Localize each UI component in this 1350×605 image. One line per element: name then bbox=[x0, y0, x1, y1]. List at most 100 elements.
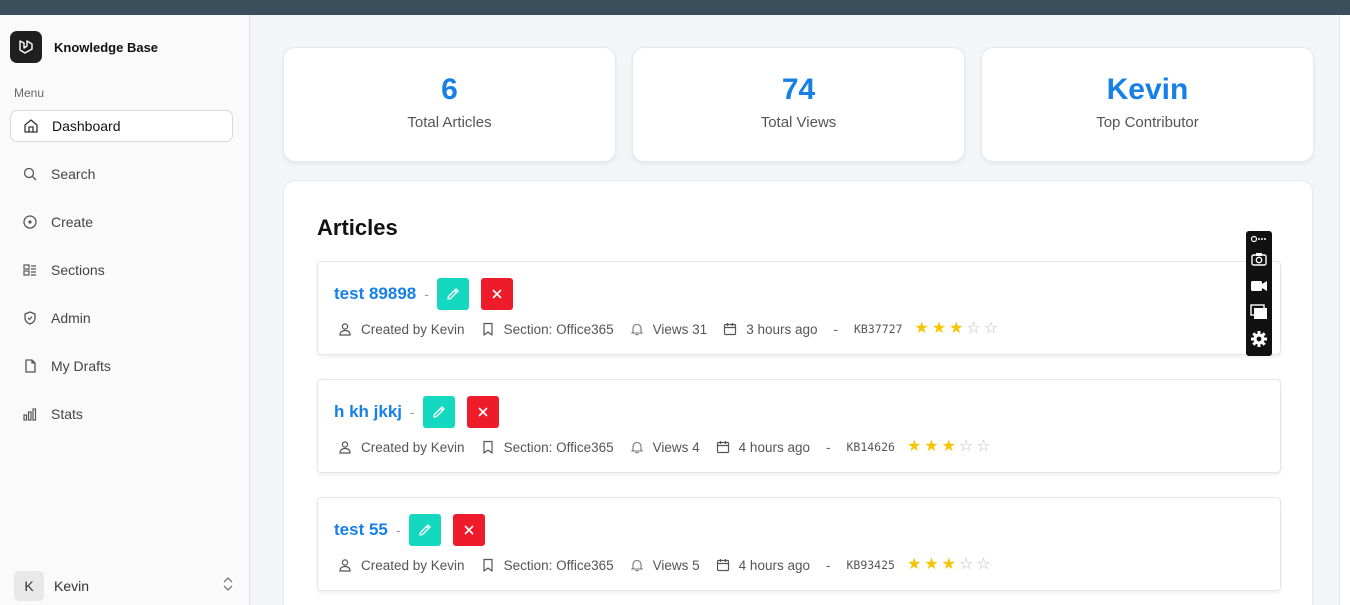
article-title-link[interactable]: test 89898 bbox=[334, 284, 416, 304]
star-filled-icon[interactable]: ★ bbox=[924, 557, 938, 573]
star-filled-icon[interactable]: ★ bbox=[949, 321, 963, 337]
author-text: Created by Kevin bbox=[361, 557, 465, 573]
section-text: Section: Office365 bbox=[503, 321, 614, 337]
separator: - bbox=[410, 404, 415, 420]
sidebar-item-label: Admin bbox=[51, 310, 91, 326]
delete-button[interactable] bbox=[466, 396, 499, 428]
author-text: Created by Kevin bbox=[361, 321, 465, 337]
capture-toolbar bbox=[1246, 231, 1272, 356]
time-text: 4 hours ago bbox=[738, 557, 810, 573]
calendar-icon bbox=[716, 559, 729, 572]
sidebar-item-search[interactable]: Search bbox=[10, 158, 233, 190]
articles-heading: Articles bbox=[317, 215, 398, 240]
star-filled-icon[interactable]: ★ bbox=[942, 439, 956, 455]
separator: - bbox=[395, 522, 401, 538]
user-icon bbox=[339, 559, 351, 572]
star-empty-icon[interactable]: ☆ bbox=[967, 321, 981, 337]
menu-heading: Menu bbox=[14, 86, 45, 100]
star-filled-icon[interactable]: ★ bbox=[907, 557, 921, 573]
bell-icon bbox=[630, 323, 643, 336]
article-section: Section: Office365 bbox=[481, 440, 614, 455]
sidebar-item-label: Stats bbox=[51, 406, 83, 422]
edit-button[interactable] bbox=[408, 514, 441, 546]
views-text: Views 4 bbox=[652, 439, 700, 455]
article-title-link[interactable]: test 55 bbox=[334, 520, 388, 540]
delete-button[interactable] bbox=[480, 278, 513, 310]
star-filled-icon[interactable]: ★ bbox=[924, 439, 938, 455]
separator: - bbox=[825, 557, 831, 573]
time-text: 4 hours ago bbox=[738, 439, 810, 455]
star-empty-icon[interactable]: ☆ bbox=[959, 557, 973, 573]
home-icon bbox=[23, 118, 39, 134]
star-filled-icon[interactable]: ★ bbox=[907, 439, 921, 455]
link-icon[interactable] bbox=[1249, 232, 1269, 246]
star-filled-icon[interactable]: ★ bbox=[942, 557, 956, 573]
article-views: Views 31 bbox=[630, 321, 708, 337]
pencil-icon bbox=[447, 288, 459, 300]
plus-circle-icon bbox=[22, 214, 38, 230]
star-filled-icon[interactable]: ★ bbox=[914, 321, 928, 337]
window-capture-icon[interactable] bbox=[1249, 302, 1269, 322]
user-menu[interactable]: K Kevin bbox=[14, 571, 234, 601]
article-time: 3 hours ago bbox=[723, 322, 818, 337]
sidebar-nav: Dashboard Search Create Sections Admin M… bbox=[10, 110, 233, 446]
camera-icon[interactable] bbox=[1249, 249, 1269, 269]
article-id: KB14626 bbox=[846, 440, 895, 454]
sidebar-item-label: Search bbox=[51, 166, 96, 182]
star-empty-icon[interactable]: ☆ bbox=[976, 439, 990, 455]
scrollbar[interactable] bbox=[1339, 15, 1350, 605]
views-text: Views 31 bbox=[652, 321, 708, 337]
articles-panel: Articles test 89898 - Created by Kevin S… bbox=[283, 180, 1313, 605]
gear-icon[interactable] bbox=[1249, 329, 1269, 349]
sidebar-item-admin[interactable]: Admin bbox=[10, 302, 233, 334]
edit-button[interactable] bbox=[422, 396, 455, 428]
star-empty-icon[interactable]: ☆ bbox=[959, 439, 973, 455]
star-empty-icon[interactable]: ☆ bbox=[984, 321, 998, 337]
sidebar-item-label: My Drafts bbox=[51, 358, 111, 374]
stat-value: 6 bbox=[441, 73, 458, 106]
delete-button[interactable] bbox=[452, 514, 485, 546]
article-title-link[interactable]: h kh jkkj bbox=[334, 402, 402, 422]
sidebar-item-create[interactable]: Create bbox=[10, 206, 233, 238]
bell-icon bbox=[630, 441, 643, 454]
user-icon bbox=[339, 323, 351, 336]
article-author: Created by Kevin bbox=[338, 440, 465, 455]
sidebar-item-label: Sections bbox=[51, 262, 105, 278]
shield-icon bbox=[22, 310, 38, 326]
edit-button[interactable] bbox=[436, 278, 469, 310]
calendar-icon bbox=[724, 323, 737, 336]
article-id: KB93425 bbox=[846, 558, 895, 572]
sidebar-item-my-drafts[interactable]: My Drafts bbox=[10, 350, 233, 382]
sidebar-item-dashboard[interactable]: Dashboard bbox=[10, 110, 233, 142]
bookmark-icon bbox=[482, 322, 493, 336]
browser-top-bar bbox=[0, 0, 1350, 15]
star-filled-icon[interactable]: ★ bbox=[932, 321, 946, 337]
article-section: Section: Office365 bbox=[481, 558, 614, 573]
video-camera-icon[interactable] bbox=[1249, 276, 1269, 296]
section-text: Section: Office365 bbox=[503, 557, 614, 573]
section-text: Section: Office365 bbox=[503, 439, 614, 455]
article-time: 4 hours ago bbox=[716, 558, 810, 573]
close-icon bbox=[478, 407, 488, 417]
sidebar-item-sections[interactable]: Sections bbox=[10, 254, 233, 286]
brand[interactable]: Knowledge Base bbox=[10, 31, 158, 63]
bar-chart-icon bbox=[22, 406, 38, 422]
stat-label: Total Views bbox=[760, 114, 837, 131]
sidebar-item-stats[interactable]: Stats bbox=[10, 398, 233, 430]
rating-stars[interactable]: ★ ★ ★ ☆ ☆ bbox=[907, 557, 994, 573]
calendar-icon bbox=[716, 441, 729, 454]
star-empty-icon[interactable]: ☆ bbox=[976, 557, 990, 573]
article-card: h kh jkkj - Created by Kevin Section: Of… bbox=[317, 379, 1281, 473]
rating-stars[interactable]: ★ ★ ★ ☆ ☆ bbox=[907, 439, 994, 455]
separator: - bbox=[825, 439, 831, 455]
article-id: KB37727 bbox=[854, 322, 903, 336]
article-card: test 55 - Created by Kevin Section: Offi… bbox=[317, 497, 1281, 591]
sidebar: Knowledge Base Menu Dashboard Search Cre… bbox=[0, 15, 250, 605]
stat-label: Top Contributor bbox=[1096, 114, 1199, 131]
views-text: Views 5 bbox=[652, 557, 700, 573]
close-icon bbox=[492, 289, 502, 299]
rating-stars[interactable]: ★ ★ ★ ☆ ☆ bbox=[914, 321, 1001, 337]
article-time: 4 hours ago bbox=[716, 440, 810, 455]
bookmark-icon bbox=[482, 440, 493, 454]
article-views: Views 5 bbox=[630, 558, 700, 573]
